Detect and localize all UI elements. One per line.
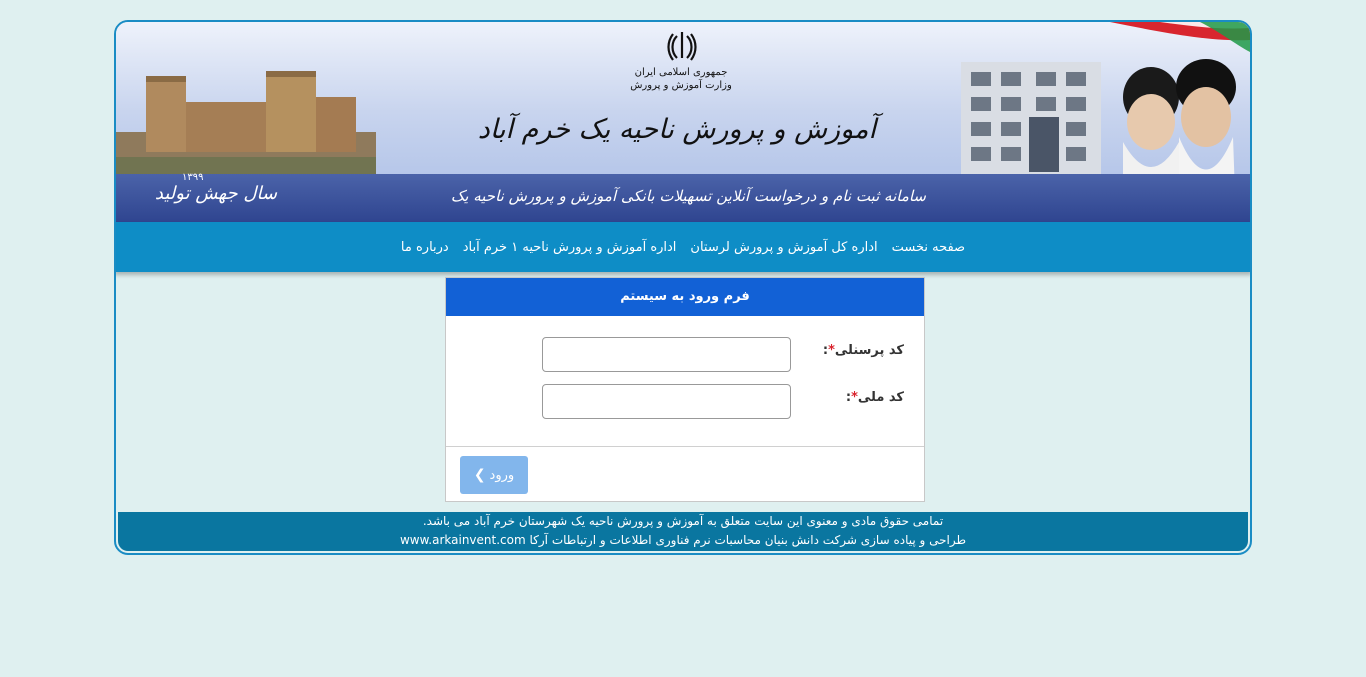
nav-item-khorramabad-office[interactable]: اداره آموزش و پرورش ناحیه ۱ خرم آباد <box>456 240 684 255</box>
login-panel-title: فرم ورود به سیستم <box>446 278 924 316</box>
personnel-code-row: کد پرسنلی*: <box>446 337 924 373</box>
login-panel: فرم ورود به سیستم کد پرسنلی*: کد ملی*: و… <box>445 277 925 502</box>
personnel-code-label-text: کد پرسنلی <box>834 343 904 358</box>
required-mark: * <box>851 390 858 405</box>
developer-link[interactable]: www.arkainvent.com <box>400 533 526 547</box>
slogan-year: ۱۳۹۹ <box>182 172 204 183</box>
page-frame: جمهوری اسلامی ایران وزارت آموزش و پرورش … <box>114 20 1252 555</box>
credit-line: طراحی و پیاده سازی شرکت دانش بنیان محاسب… <box>118 531 1248 550</box>
credit-text: طراحی و پیاده سازی شرکت دانش بنیان محاسب… <box>529 533 967 547</box>
copyright-text: تمامی حقوق مادی و معنوی این سایت متعلق ب… <box>422 514 944 528</box>
year-slogan: سال جهش تولید <box>154 183 278 204</box>
site-footer: تمامی حقوق مادی و معنوی این سایت متعلق ب… <box>118 512 1248 551</box>
ministry-line1: جمهوری اسلامی ایران <box>634 67 728 78</box>
national-code-input[interactable] <box>542 384 791 419</box>
login-button[interactable]: ورود❯ <box>460 456 528 494</box>
required-mark: * <box>828 343 835 358</box>
chevron-left-icon: ❯ <box>473 467 486 483</box>
national-code-label: کد ملی*: <box>846 390 904 405</box>
banner-title: آموزش و پرورش ناحیه یک خرم آباد <box>477 114 876 145</box>
nav-item-lorestan-office[interactable]: اداره کل آموزش و پرورش لرستان <box>683 240 884 255</box>
login-panel-footer: ورود❯ <box>446 446 924 503</box>
nav-item-about[interactable]: درباره ما <box>394 240 456 255</box>
iran-emblem-icon <box>664 28 700 64</box>
main-nav: صفحه نخست اداره کل آموزش و پرورش لرستان … <box>116 222 1250 272</box>
ministry-caption: جمهوری اسلامی ایران وزارت آموزش و پرورش <box>616 66 746 92</box>
banner-subtitle: سامانه ثبت نام و درخواست آنلاین تسهیلات … <box>450 187 926 205</box>
personnel-code-input[interactable] <box>542 337 791 372</box>
castle-image <box>116 71 376 177</box>
personnel-code-label: کد پرسنلی*: <box>823 343 904 358</box>
national-code-label-text: کد ملی <box>857 390 904 405</box>
national-code-row: کد ملی*: <box>446 384 924 420</box>
login-button-label: ورود <box>489 468 515 483</box>
ministry-line2: وزارت آموزش و پرورش <box>630 80 732 91</box>
header-banner: جمهوری اسلامی ایران وزارت آموزش و پرورش … <box>116 22 1250 222</box>
nav-item-home[interactable]: صفحه نخست <box>885 240 972 255</box>
building-image <box>961 62 1101 182</box>
